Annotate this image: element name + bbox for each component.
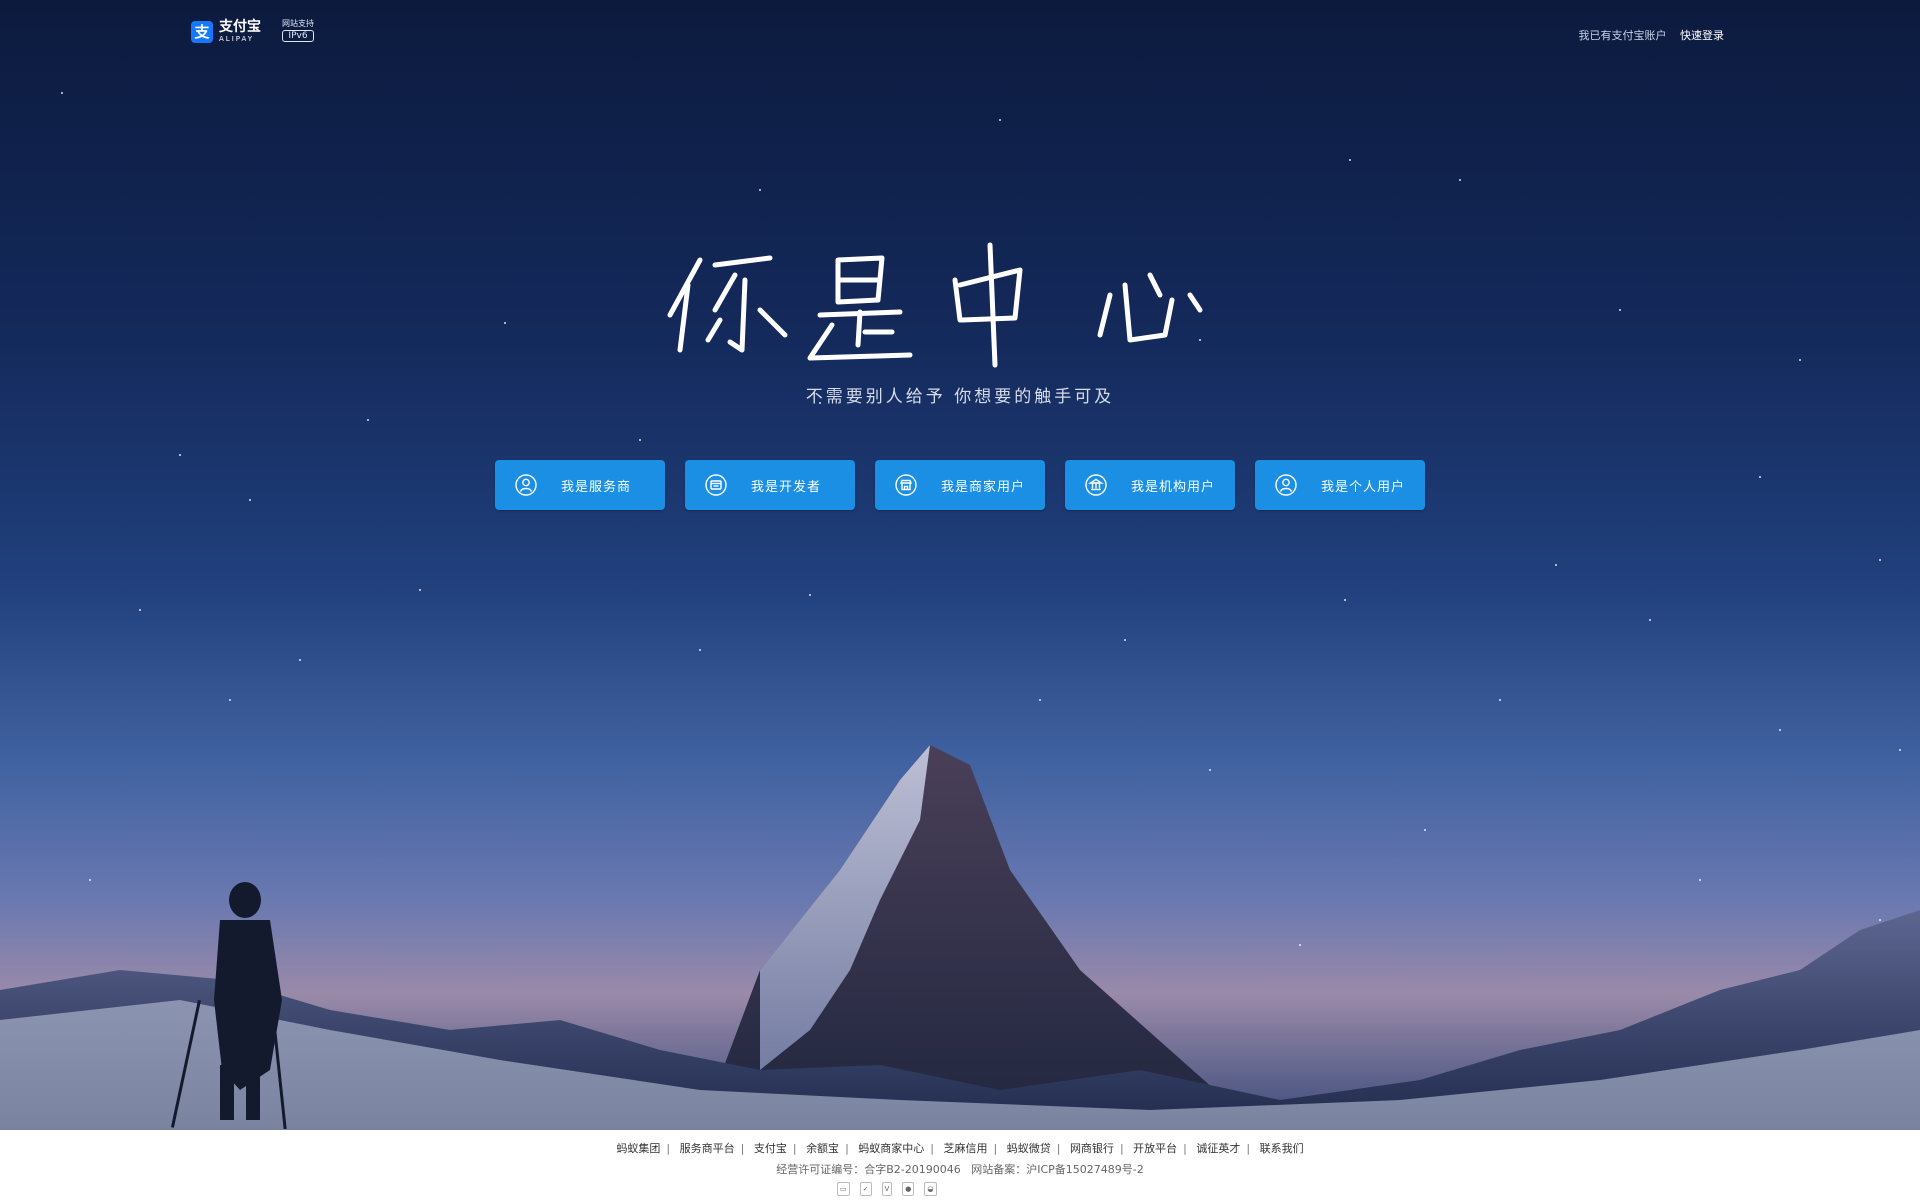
business-license: 经营许可证编号：合字B2-20190046 (776, 1163, 961, 1176)
footer-link-mybank[interactable]: 网商银行 (1070, 1142, 1114, 1155)
role-label: 我是个人用户 (1321, 479, 1406, 495)
ipv6-tag: IPv6 (282, 30, 314, 42)
footer-badges: ▭ ✓ V ● ◒ (837, 1182, 937, 1196)
footer-link-careers[interactable]: 诚征英才 (1196, 1142, 1240, 1155)
slogan-calligraphy (667, 242, 1203, 368)
role-label: 我是服务商 (561, 479, 632, 495)
footer-link-contact[interactable]: 联系我们 (1260, 1142, 1304, 1155)
institution-icon (1085, 474, 1107, 496)
footer-link-merchant-center[interactable]: 蚂蚁商家中心 (858, 1142, 924, 1155)
footer-link-yuebao[interactable]: 余额宝 (806, 1142, 839, 1155)
footer-link-open-platform[interactable]: 开放平台 (1133, 1142, 1177, 1155)
hero-subtitle: 不需要别人给予 你想要的触手可及 (805, 387, 1115, 407)
cert-badge[interactable]: ◒ (924, 1182, 937, 1196)
role-label: 我是机构用户 (1131, 479, 1216, 495)
hero-background (0, 0, 1920, 1130)
verisign-badge[interactable]: ✓ (859, 1182, 872, 1196)
role-button-developer[interactable]: 我是开发者 (685, 460, 855, 510)
alipay-logo-icon: 支 (191, 20, 213, 43)
role-button-institution[interactable]: 我是机构用户 (1065, 460, 1235, 510)
top-header: 支 支付宝 ALIPAY 网站支持 IPv6 我已有支付宝账户 快速登录 (0, 0, 1920, 64)
footer-link-sesame-credit[interactable]: 芝麻信用 (944, 1142, 988, 1155)
footer-links: 蚂蚁集团 | 服务商平台 | 支付宝 | 余额宝 | 蚂蚁商家中心 | 芝麻信用 | 蚂蚁微… (616, 1142, 1304, 1155)
footer-license-info: 经营许可证编号：合字B2-20190046 网站备案：沪ICP备15027489… (0, 1161, 1920, 1177)
mountain-landscape (0, 745, 1920, 1130)
alipay-logo[interactable]: 支 支付宝 ALIPAY (191, 20, 261, 43)
account-prompt-text: 我已有支付宝账户 (1578, 29, 1667, 42)
account-prompt: 我已有支付宝账户 快速登录 (1579, 27, 1725, 43)
footer-link-ant-loan[interactable]: 蚂蚁微贷 (1007, 1142, 1051, 1155)
role-button-personal[interactable]: 我是个人用户 (1255, 460, 1425, 510)
page-footer: 蚂蚁集团 | 服务商平台 | 支付宝 | 余额宝 | 蚂蚁商家中心 | 芝麻信用 | 蚂蚁微… (0, 1130, 1920, 1200)
ipv6-caption: 网站支持 (282, 19, 314, 28)
ipv6-support-badge: 网站支持 IPv6 (282, 19, 314, 42)
role-label: 我是开发者 (751, 479, 822, 495)
role-button-merchant[interactable]: 我是商家用户 (875, 460, 1045, 510)
police-badge[interactable]: ● (902, 1182, 915, 1196)
quick-login-link[interactable]: 快速登录 (1680, 29, 1724, 42)
footer-link-service-platform[interactable]: 服务商平台 (680, 1142, 735, 1155)
person-circle-icon (1275, 474, 1297, 496)
role-label: 我是商家用户 (941, 479, 1026, 495)
verified-by-visa-badge[interactable]: V (881, 1182, 893, 1196)
footer-link-alipay[interactable]: 支付宝 (754, 1142, 787, 1155)
user-circle-icon (515, 474, 537, 496)
logo-en-text: ALIPAY (219, 35, 255, 43)
role-button-service-provider[interactable]: 我是服务商 (495, 460, 665, 510)
developer-window-icon (705, 474, 727, 496)
shop-icon (895, 474, 917, 496)
icp-record[interactable]: 网站备案：沪ICP备15027489号-2 (971, 1163, 1144, 1176)
logo-cn-text: 支付宝 (219, 19, 261, 35)
trust-badge[interactable]: ▭ (837, 1182, 850, 1196)
footer-link-ant-group[interactable]: 蚂蚁集团 (616, 1142, 660, 1155)
role-selector: 我是服务商 我是开发者 我是商家用户 我是机构用户 我是个人用户 (495, 460, 1425, 510)
